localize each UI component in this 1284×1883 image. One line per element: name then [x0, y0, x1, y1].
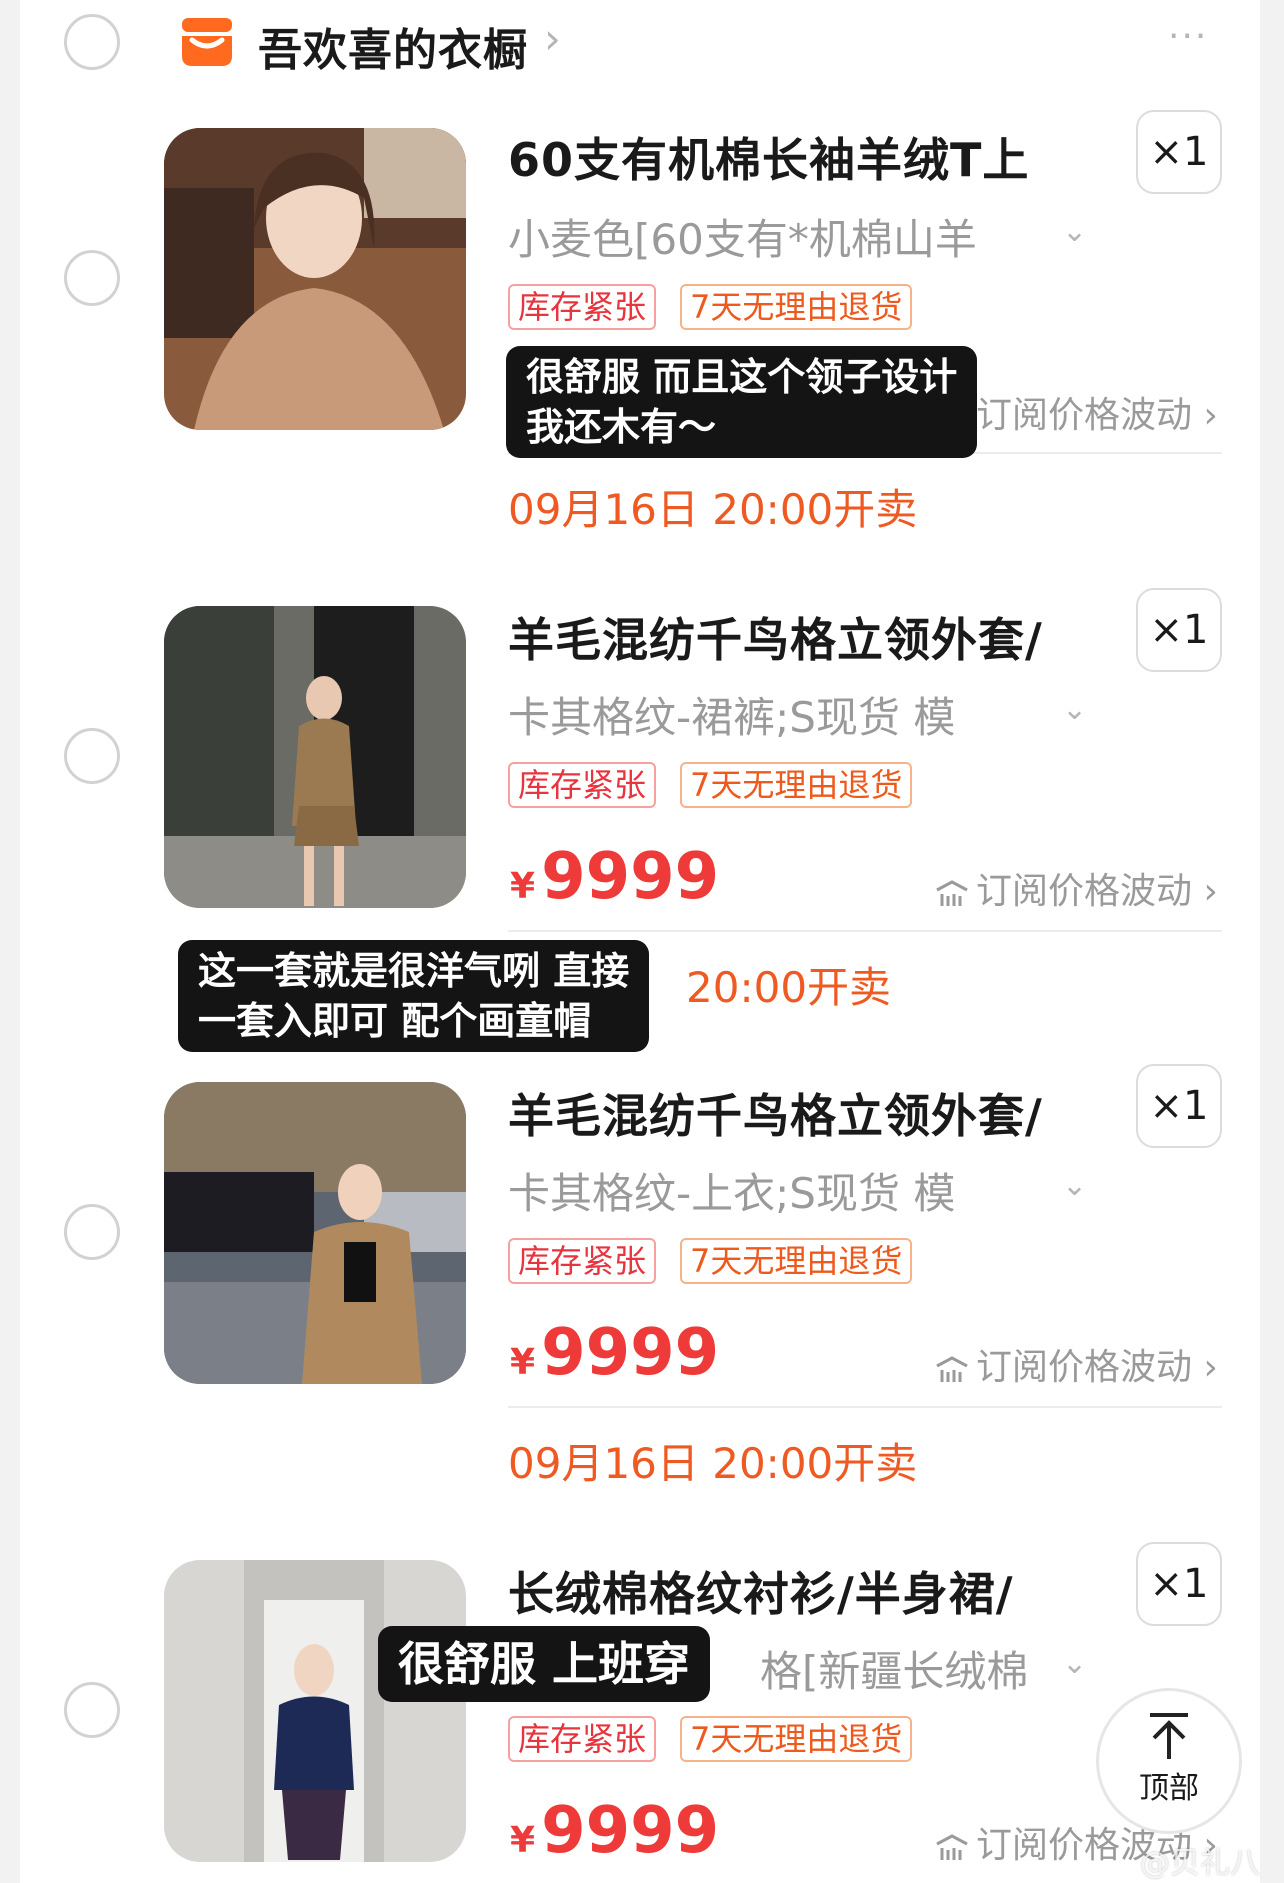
quantity-button[interactable]: ×1 [1136, 588, 1222, 672]
subscribe-label: 订阅价格波动 [976, 1347, 1193, 1388]
subscribe-label: 订阅价格波动 [976, 871, 1193, 912]
divider [508, 1406, 1222, 1408]
caption-line: 很舒服 而且这个领子设计 [526, 355, 958, 399]
stock-tag: 库存紧张 [508, 1238, 657, 1284]
divider [508, 930, 1222, 932]
quantity-button[interactable]: ×1 [1136, 1064, 1222, 1148]
currency-symbol: ¥ [510, 866, 536, 907]
price: ¥9999 [510, 840, 719, 914]
price: ¥9999 [510, 1316, 719, 1390]
variant-selector[interactable]: 卡其格纹-上衣;S现货 模 [508, 1160, 955, 1221]
sale-time: 09月16日 20:00开卖 [508, 485, 918, 534]
price-value: 9999 [541, 840, 720, 914]
price-value: 9999 [541, 1794, 720, 1868]
price: ¥9999 [510, 1794, 719, 1868]
quantity-button[interactable]: ×1 [1136, 110, 1222, 194]
product-image[interactable] [164, 1082, 466, 1384]
subscribe-price-link[interactable]: 订阅价格波动 › [934, 1338, 1218, 1390]
video-caption: 很舒服 上班穿 [378, 1626, 711, 1702]
more-icon[interactable]: ··· [1168, 16, 1208, 57]
back-to-top-button[interactable]: 顶部 [1096, 1688, 1242, 1834]
item-select-radio[interactable] [64, 728, 120, 784]
product-image[interactable] [164, 1560, 466, 1862]
price-trend-icon [936, 1834, 968, 1860]
variant-selector[interactable]: 卡其格纹-裙裤;S现货 模 [508, 684, 955, 745]
shop-icon [178, 16, 236, 68]
shop-name[interactable]: 吾欢喜的衣橱 [258, 14, 528, 78]
sale-time: 20:00开卖 [686, 963, 892, 1012]
arrow-up-icon [1150, 1713, 1188, 1759]
product-image[interactable] [164, 128, 466, 430]
watermark: @贝礼八 [1140, 1846, 1260, 1881]
quantity-button[interactable]: ×1 [1136, 1542, 1222, 1626]
caption-line: 我还木有～ [526, 405, 717, 449]
stock-tag: 库存紧张 [508, 1716, 657, 1762]
sale-time: 09月16日 20:00开卖 [508, 1439, 918, 1488]
product-title[interactable]: 羊毛混纺千鸟格立领外套/ [508, 1080, 1043, 1146]
price-value: 9999 [541, 1316, 720, 1390]
caption-line: 这一套就是很洋气咧 直接 [198, 949, 630, 993]
subscribe-price-link[interactable]: 订阅价格波动 › [934, 862, 1218, 914]
variant-selector[interactable]: 格[新疆长绒棉 [760, 1638, 1028, 1699]
return-policy-tag: 7天无理由退货 [680, 1238, 913, 1284]
item-select-radio[interactable] [64, 1204, 120, 1260]
stock-tag: 库存紧张 [508, 284, 657, 330]
video-caption: 这一套就是很洋气咧 直接 一套入即可 配个画童帽 [178, 940, 650, 1052]
product-image[interactable] [164, 606, 466, 908]
shop-select-radio[interactable] [64, 14, 120, 70]
caption-line: 很舒服 上班穿 [398, 1637, 691, 1691]
price-trend-icon [936, 1356, 968, 1382]
chevron-right-icon[interactable]: › [544, 14, 561, 63]
item-select-radio[interactable] [64, 1682, 120, 1738]
return-policy-tag: 7天无理由退货 [680, 1716, 913, 1762]
currency-symbol: ¥ [510, 1820, 536, 1861]
return-policy-tag: 7天无理由退货 [680, 284, 913, 330]
chevron-down-icon[interactable]: ⌄ [1062, 692, 1087, 727]
chevron-down-icon[interactable]: ⌄ [1062, 1168, 1087, 1203]
variant-selector[interactable]: 小麦色[60支有*机棉山羊 [508, 206, 977, 267]
caption-line: 一套入即可 配个画童帽 [198, 999, 592, 1043]
item-select-radio[interactable] [64, 250, 120, 306]
return-policy-tag: 7天无理由退货 [680, 762, 913, 808]
video-caption: 很舒服 而且这个领子设计 我还木有～ [506, 346, 978, 458]
currency-symbol: ¥ [510, 1342, 536, 1383]
chevron-down-icon[interactable]: ⌄ [1062, 214, 1087, 249]
stock-tag: 库存紧张 [508, 762, 657, 808]
product-title[interactable]: 长绒棉格纹衬衫/半身裙/ [508, 1558, 1014, 1624]
product-title[interactable]: 60支有机棉长袖羊绒T上 [508, 124, 1029, 190]
subscribe-label: 订阅价格波动 [976, 395, 1193, 436]
price-trend-icon [936, 880, 968, 906]
back-to-top-label: 顶部 [1139, 1771, 1199, 1806]
chevron-down-icon[interactable]: ⌄ [1062, 1646, 1087, 1681]
product-title[interactable]: 羊毛混纺千鸟格立领外套/ [508, 604, 1043, 670]
